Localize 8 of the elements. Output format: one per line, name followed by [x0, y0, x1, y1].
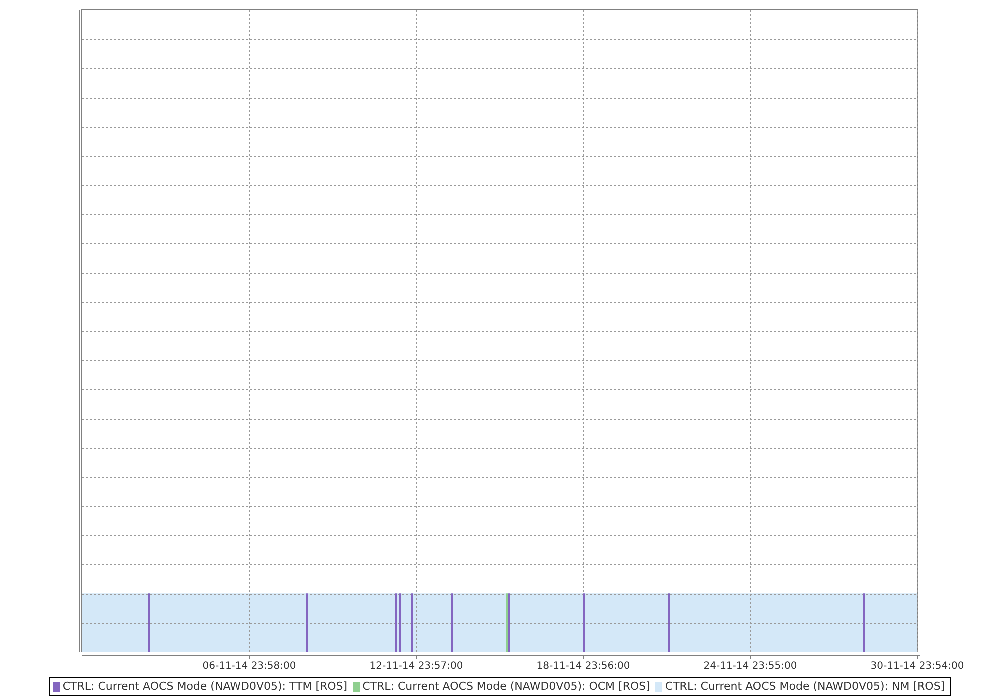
- legend-label: CTRL: Current AOCS Mode (NAWD0V05): TTM [ROS]: [62, 680, 348, 693]
- x-tick-label: 06-11-14 23:58:00: [202, 661, 296, 672]
- legend-label: CTRL: Current AOCS Mode (NAWD0V05): OCM [ROS]: [362, 680, 650, 693]
- legend-label: CTRL: Current AOCS Mode (NAWD0V05): NM [ROS]: [665, 680, 946, 693]
- x-tick-label: 30-11-14 23:54:00: [870, 661, 964, 672]
- x-tick-label: 12-11-14 23:57:00: [370, 661, 464, 672]
- x-tick-label: 24-11-14 23:55:00: [704, 661, 798, 672]
- x-tick-label: 18-11-14 23:56:00: [536, 661, 630, 672]
